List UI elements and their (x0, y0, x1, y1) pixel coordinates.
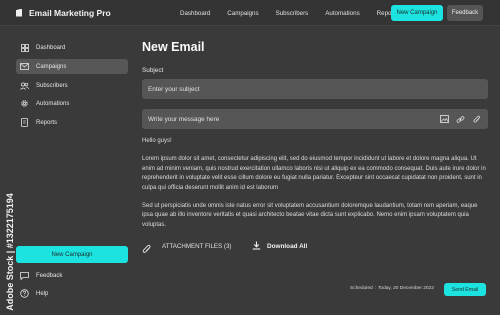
scheduled-separator: : (374, 286, 377, 291)
scheduled-info: Scheduled: Today, 20 December 2022 (350, 286, 434, 291)
send-email-button[interactable]: Send Email (444, 283, 486, 296)
email-greeting: Hello guys! (142, 138, 172, 144)
paperclip-icon (142, 241, 152, 253)
side-watermark-label: Adobe Stock | #1322175194 (5, 193, 15, 311)
sidebar-item-label: Feedback (36, 272, 63, 279)
image-icon[interactable] (440, 115, 449, 124)
subject-label: Subject (142, 67, 164, 74)
sidebar-item-label: Dashboard (36, 44, 66, 51)
envelope-icon (20, 62, 29, 71)
new-campaign-button-sidebar[interactable]: New Campaign (16, 246, 128, 263)
topnav-campaigns[interactable]: Campaigns (227, 10, 258, 17)
topnav-automations[interactable]: Automations (325, 10, 359, 17)
message-input[interactable]: Write your message here (142, 109, 488, 129)
sidebar-item-subscribers[interactable]: Subscribers (16, 78, 128, 93)
email-paragraph: Lorem ipsum dolor sit amet, consectetur … (142, 156, 486, 191)
attachment-icon[interactable] (472, 115, 481, 124)
sidebar-item-label: Help (36, 290, 49, 297)
top-bar: Email Marketing Pro Dashboard Campaigns … (0, 0, 500, 26)
sidebar-item-label: Subscribers (36, 82, 68, 89)
main-content: New Email Subject Write your message her… (142, 26, 490, 315)
topnav-subscribers[interactable]: Subscribers (276, 10, 309, 17)
link-icon[interactable] (456, 115, 465, 124)
sidebar: Dashboard Campaigns Subscribers Automati… (0, 26, 136, 315)
subject-input[interactable] (142, 79, 488, 99)
attachments-label[interactable]: ATTACHMENT FILES (3) (162, 243, 231, 250)
grid-icon (20, 43, 29, 52)
side-watermark-text: Adobe Stock | #1322175194 (4, 193, 16, 311)
logo-icon (16, 8, 22, 17)
top-nav: Dashboard Campaigns Subscribers Automati… (180, 0, 415, 26)
gear-icon (20, 99, 29, 108)
email-paragraph: Sed ut perspiciatis unde omnis iste natu… (142, 203, 478, 228)
sidebar-item-feedback[interactable]: Feedback (16, 268, 128, 283)
sidebar-item-automations[interactable]: Automations (16, 96, 128, 111)
sidebar-item-campaigns[interactable]: Campaigns (16, 59, 128, 74)
help-icon (20, 289, 29, 298)
new-campaign-button-top[interactable]: New Campaign (391, 5, 443, 21)
sidebar-item-reports[interactable]: Reports (16, 115, 128, 130)
users-icon (20, 81, 29, 90)
message-placeholder: Write your message here (148, 115, 220, 123)
document-icon (20, 118, 29, 127)
sidebar-item-dashboard[interactable]: Dashboard (16, 40, 128, 55)
download-all-button[interactable]: Download All (252, 240, 307, 252)
scheduled-label: Scheduled (350, 286, 373, 291)
sidebar-item-help[interactable]: Help (16, 286, 128, 301)
feedback-button-top[interactable]: Feedback (447, 5, 483, 21)
download-all-label: Download All (267, 242, 308, 250)
brand[interactable]: Email Marketing Pro (16, 8, 111, 18)
scheduled-date: Today, 20 December 2022 (378, 286, 434, 291)
sidebar-item-label: Campaigns (36, 63, 67, 70)
download-icon (252, 237, 261, 255)
attachments-row: ATTACHMENT FILES (3) Download All (142, 240, 488, 253)
app-name: Email Marketing Pro (29, 7, 111, 18)
topnav-dashboard[interactable]: Dashboard (180, 10, 210, 17)
sidebar-item-label: Automations (36, 100, 70, 107)
sidebar-item-label: Reports (36, 119, 58, 126)
feedback-icon (20, 271, 29, 280)
email-body: Hello guys! Lorem ipsum dolor sit amet, … (142, 137, 488, 239)
page-title: New Email (142, 40, 205, 54)
